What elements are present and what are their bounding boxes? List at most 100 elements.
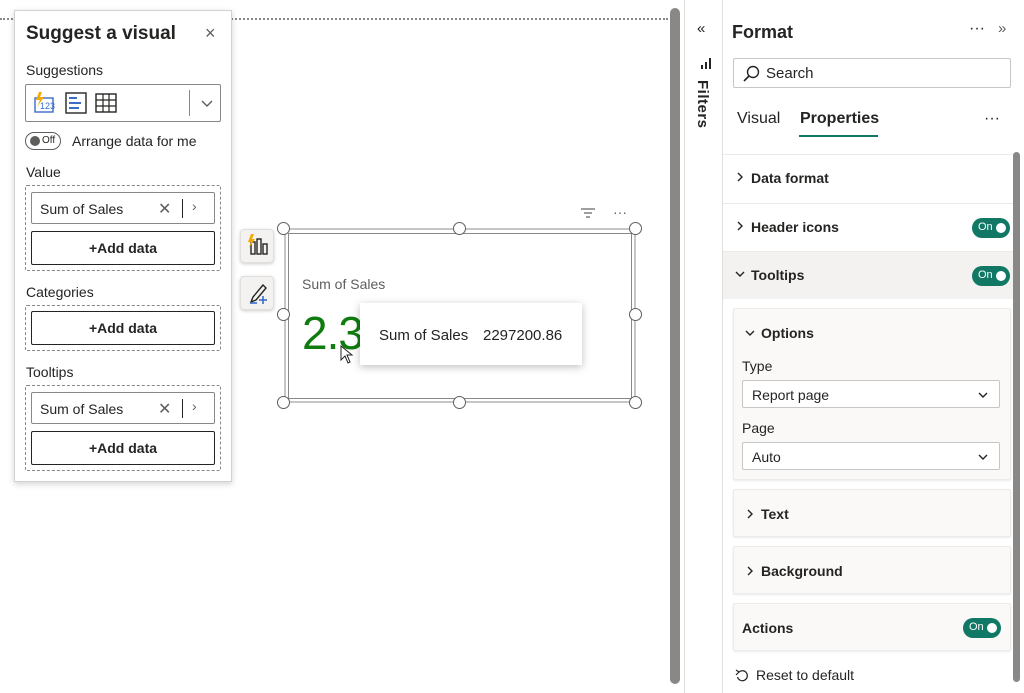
card-category-label: Sum of Sales (302, 276, 386, 292)
resize-handle-right[interactable] (629, 308, 642, 321)
value-well-label: Value (26, 164, 61, 180)
resize-handle-left[interactable] (277, 308, 290, 321)
categories-well: +Add data (25, 305, 221, 351)
tab-visual[interactable]: Visual (737, 110, 780, 128)
resize-handle-top[interactable] (453, 222, 466, 235)
page-selected-value: Auto (752, 449, 781, 465)
expand-pane-icon[interactable]: » (998, 20, 1006, 37)
pill-separator (182, 399, 183, 418)
card-visual-icon[interactable]: 123 (32, 91, 56, 115)
actions-label: Actions (742, 620, 794, 636)
resize-handle-bottom-right[interactable] (629, 396, 642, 409)
categories-well-label: Categories (26, 284, 94, 300)
build-visual-button[interactable] (240, 229, 274, 263)
filter-bars-icon (701, 58, 711, 69)
chevron-down-icon (978, 392, 988, 398)
section-label: Data format (751, 170, 829, 186)
chevron-right-icon (747, 566, 753, 576)
chevron-right-icon (737, 221, 743, 231)
filter-icon[interactable] (580, 206, 596, 220)
type-selected-value: Report page (752, 387, 830, 403)
toggle-on-label: On (969, 621, 984, 633)
tab-properties[interactable]: Properties (800, 110, 879, 128)
suggestions-label: Suggestions (26, 62, 104, 78)
chevron-down-icon[interactable] (198, 93, 216, 113)
suggestions-picker[interactable]: 123 (25, 84, 221, 122)
format-search-input[interactable]: Search (733, 58, 1011, 88)
chevron-right-icon[interactable]: › (192, 398, 197, 414)
tooltips-well-label: Tooltips (26, 364, 74, 380)
chevron-right-icon (737, 172, 743, 182)
toggle-knob (987, 623, 997, 633)
format-pane-title: Format (732, 22, 794, 42)
toggle-off-label: Off (42, 135, 56, 146)
tooltips-add-data-button[interactable]: +Add data (31, 431, 215, 465)
value-add-data-button[interactable]: +Add data (31, 231, 215, 265)
chevron-down-icon (735, 271, 745, 277)
section-label: Tooltips (751, 267, 805, 283)
chevron-down-icon (978, 454, 988, 460)
value-field-name: Sum of Sales (40, 201, 124, 217)
multi-row-card-icon[interactable] (64, 91, 88, 115)
tooltips-field-pill[interactable]: Sum of Sales ✕ › (31, 392, 215, 424)
tooltips-toggle[interactable]: On (972, 266, 1010, 286)
toggle-knob (996, 223, 1006, 233)
section-label: Header icons (751, 219, 839, 235)
categories-add-data-button[interactable]: +Add data (31, 311, 215, 345)
search-placeholder: Search (766, 65, 814, 82)
reset-to-default-link[interactable]: Reset to default (756, 667, 854, 683)
page-dropdown[interactable]: Auto (742, 442, 1000, 470)
options-label[interactable]: Options (761, 325, 814, 341)
suggest-visual-panel: Suggest a visual × Suggestions 123 Off A… (14, 10, 232, 482)
build-visual-icon (248, 234, 268, 255)
arrange-data-label: Arrange data for me (72, 133, 197, 149)
active-tab-indicator (799, 135, 878, 137)
resize-handle-bottom-left[interactable] (277, 396, 290, 409)
chevron-right-icon[interactable]: › (192, 198, 197, 214)
text-label: Text (761, 506, 789, 522)
pill-separator (182, 199, 183, 218)
section-tooltips[interactable]: Tooltips On (723, 251, 1013, 299)
resize-handle-top-left[interactable] (277, 222, 290, 235)
toggle-on-label: On (978, 269, 993, 281)
background-card[interactable]: Background (733, 546, 1011, 594)
resize-handle-top-right[interactable] (629, 222, 642, 235)
type-dropdown[interactable]: Report page (742, 380, 1000, 408)
tooltip-key: Sum of Sales (379, 327, 469, 344)
arrange-data-toggle[interactable]: Off (25, 132, 61, 150)
text-card[interactable]: Text (733, 489, 1011, 537)
type-label: Type (742, 358, 773, 374)
toggle-knob (30, 136, 40, 146)
header-icons-toggle[interactable]: On (972, 218, 1010, 238)
resize-handle-bottom[interactable] (453, 396, 466, 409)
visual-tooltip: Sum of Sales 2297200.86 (360, 303, 582, 365)
toggle-knob (996, 271, 1006, 281)
remove-field-icon[interactable]: ✕ (158, 199, 171, 219)
format-pane-scrollbar[interactable] (1013, 152, 1020, 682)
format-brush-icon (249, 283, 267, 304)
search-icon (743, 65, 760, 82)
mouse-cursor-icon (340, 345, 354, 364)
collapse-filters-icon[interactable]: « (697, 20, 705, 37)
remove-field-icon[interactable]: ✕ (158, 399, 171, 419)
filters-label[interactable]: Filters (694, 80, 711, 129)
more-options-icon[interactable]: ··· (969, 20, 985, 38)
page-label: Page (742, 420, 775, 436)
section-data-format[interactable]: Data format (723, 154, 1013, 202)
chevron-down-icon[interactable] (745, 326, 755, 340)
actions-card[interactable]: Actions On (733, 603, 1011, 651)
table-visual-icon[interactable] (94, 91, 118, 115)
reset-icon[interactable] (735, 669, 749, 683)
tooltips-field-name: Sum of Sales (40, 401, 124, 417)
background-label: Background (761, 563, 843, 579)
format-visual-button[interactable] (240, 276, 274, 310)
actions-toggle[interactable]: On (963, 618, 1001, 638)
tooltips-well: Sum of Sales ✕ › +Add data (25, 385, 221, 471)
more-options-icon[interactable]: ··· (613, 204, 627, 220)
value-field-pill[interactable]: Sum of Sales ✕ › (31, 192, 215, 224)
close-icon[interactable]: × (205, 23, 216, 44)
canvas-scrollbar[interactable] (670, 8, 680, 684)
section-header-icons[interactable]: Header icons On (723, 203, 1013, 251)
tabs-more-icon[interactable]: ··· (984, 110, 1000, 128)
svg-text:123: 123 (40, 101, 55, 111)
